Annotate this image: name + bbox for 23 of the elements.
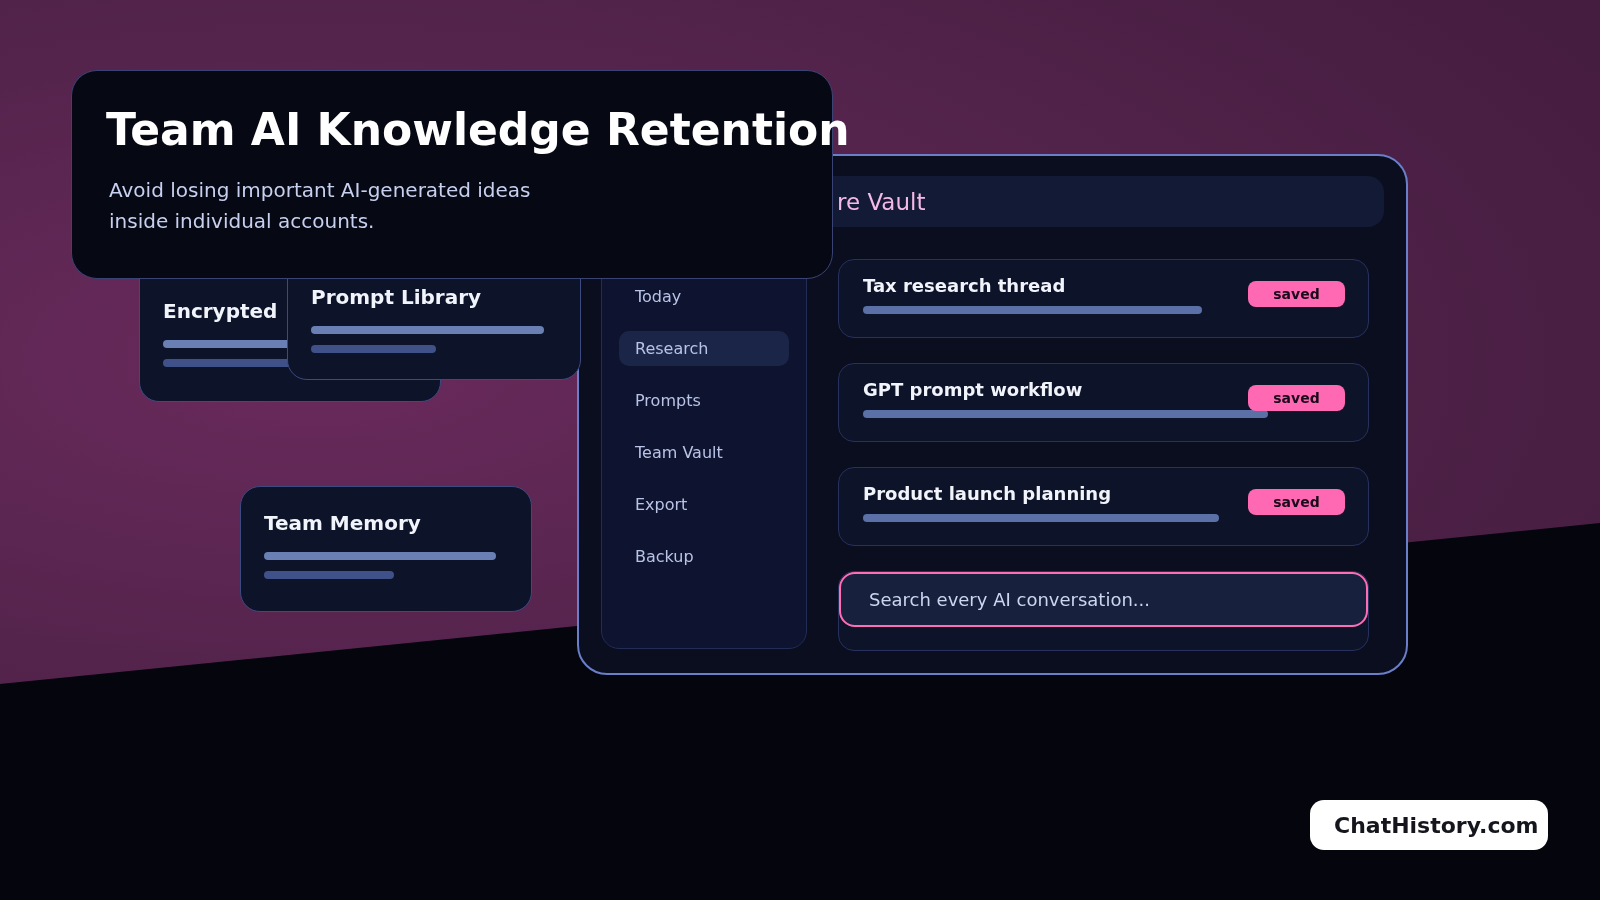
nav-item[interactable]: Backup (619, 539, 789, 574)
logo-text: ChatHistory.com (1334, 812, 1539, 838)
saved-badge: saved (1248, 281, 1345, 307)
thread-title: Product launch planning (863, 483, 1112, 505)
thread-title: Tax research thread (863, 275, 1066, 297)
saved-badge: saved (1248, 385, 1345, 411)
nav-item[interactable]: Today (619, 279, 789, 314)
thread-card[interactable]: Product launch planning saved (838, 467, 1369, 546)
thread-title: GPT prompt workflow (863, 379, 1083, 401)
thread-card[interactable]: Tax research thread saved (838, 259, 1369, 338)
hero-title: Team AI Knowledge Retention (106, 103, 850, 157)
window-title: re Vault (837, 188, 926, 215)
feature-title: Encrypted (163, 299, 278, 323)
feature-title: Prompt Library (311, 285, 482, 309)
feature-title: Team Memory (264, 511, 421, 535)
nav-item[interactable]: Prompts (619, 383, 789, 418)
nav-item[interactable]: Research (619, 331, 789, 366)
search-field[interactable]: Search every AI conversation... (839, 572, 1368, 627)
nav-item[interactable]: Team Vault (619, 435, 789, 470)
thread-card[interactable]: GPT prompt workflow saved (838, 363, 1369, 442)
nav-item[interactable]: Export (619, 487, 789, 522)
saved-badge: saved (1248, 489, 1345, 515)
hero-subtitle: Avoid losing important AI-generated ideas inside individual accounts. (109, 177, 531, 235)
